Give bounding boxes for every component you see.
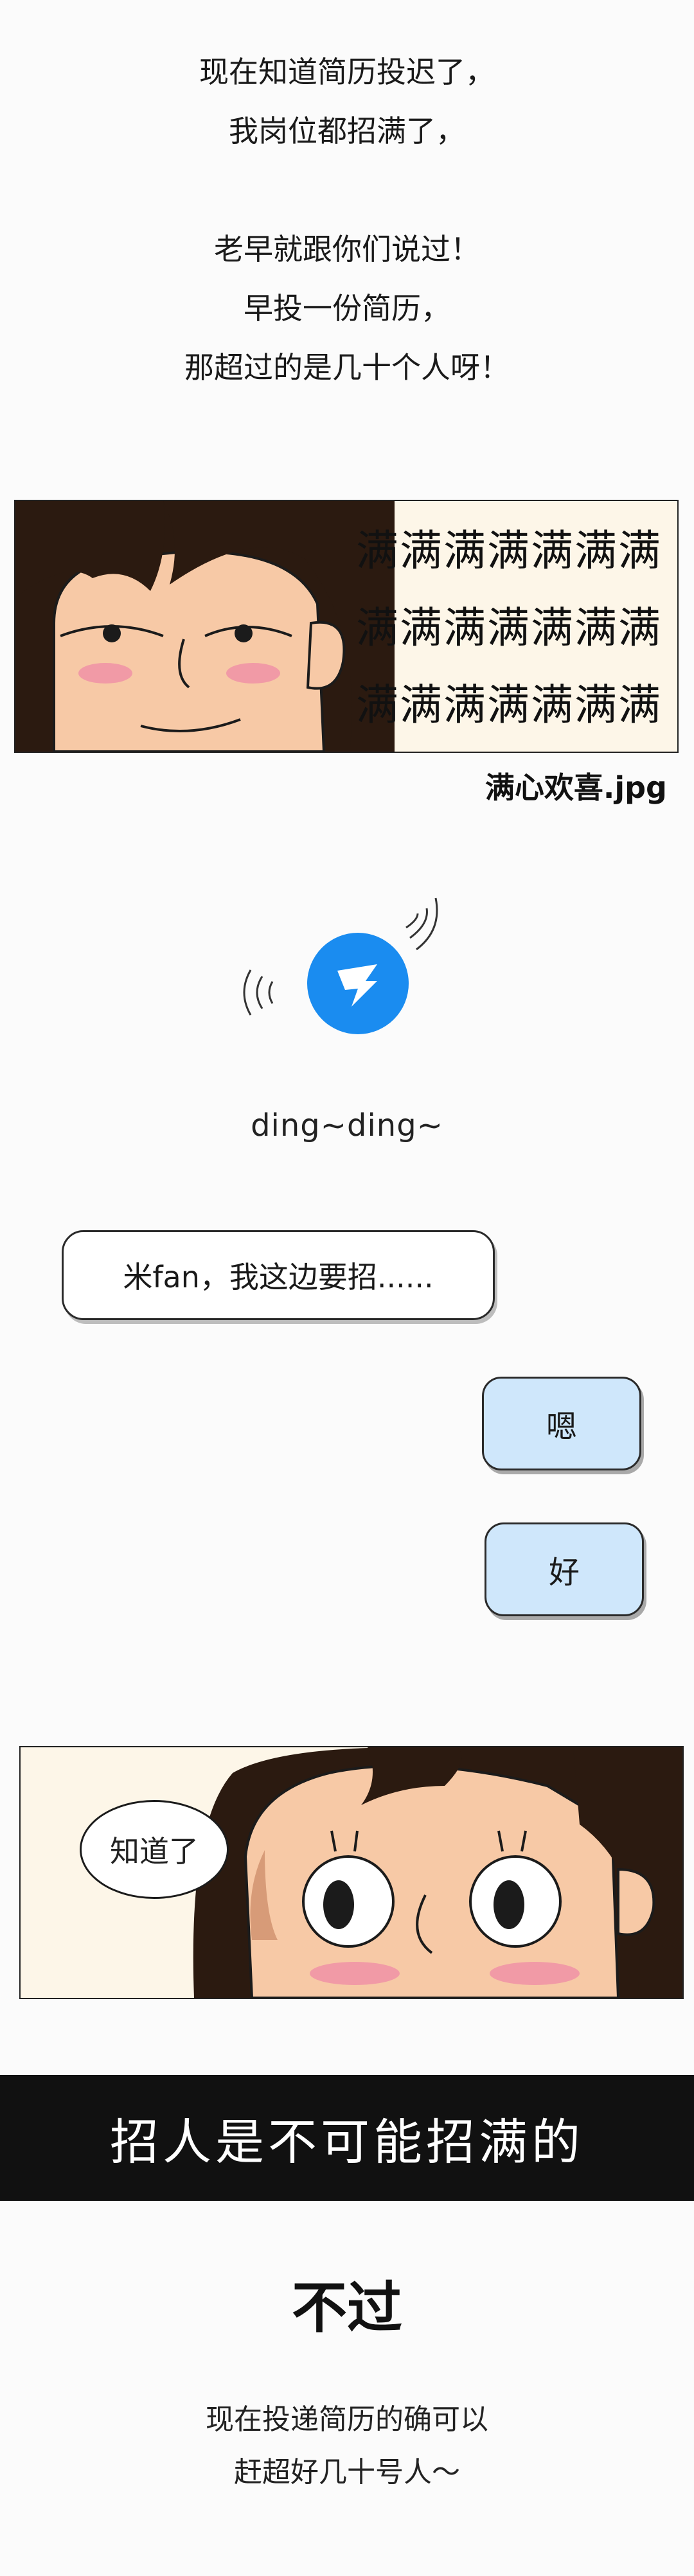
reply-bubble-1: 嗯 [482, 1377, 641, 1470]
grid-row: 满满满满满满满 [356, 526, 662, 576]
reply-text-2: 好 [548, 1555, 580, 1591]
grid-row: 满满满满满满满 [356, 603, 662, 653]
smiling-girl-illustration [15, 501, 395, 752]
speech-text: 知道了 [110, 1834, 199, 1869]
intro-line: 现在知道简历投迟了， [199, 55, 495, 89]
reply-bubble-2: 好 [485, 1522, 644, 1616]
dingtalk-app-icon[interactable] [307, 933, 409, 1034]
sound-wave-left-icon [243, 969, 274, 1016]
panel-caption: 满心欢喜.jpg [485, 770, 667, 805]
banner-text: 招人是不可能招满的 [110, 2113, 584, 2171]
intro-line [0, 161, 694, 220]
closing-line: 赶超好几十号人～ [234, 2456, 460, 2489]
sound-wave-right-icon [405, 897, 438, 951]
intro-line: 我岗位都招满了， [229, 114, 465, 148]
man-character-grid: 满满满满满满满 满满满满满满满 满满满满满满满 [356, 513, 677, 744]
reply-text-1: 嗯 [546, 1409, 577, 1445]
highlight-banner: 招人是不可能招满的 [0, 2075, 694, 2201]
intro-line: 老早就跟你们说过！ [214, 232, 480, 267]
grid-row: 满满满满满满满 [356, 680, 662, 730]
intro-text: 现在知道简历投迟了， 我岗位都招满了， 老早就跟你们说过！ 早投一份简历， 那超… [0, 42, 694, 397]
closing-heading: 不过 [292, 2276, 402, 2340]
comic-panel-surprised: 知道了 [19, 1746, 684, 1999]
closing-text: 现在投递简历的确可以 赶超好几十号人～ [0, 2394, 694, 2499]
incoming-message-bubble: 米fan，我这边要招...... [62, 1230, 495, 1320]
dingtalk-icon [337, 964, 377, 1007]
closing-line: 现在投递简历的确可以 [206, 2403, 488, 2436]
intro-line: 那超过的是几十个人呀！ [184, 350, 510, 385]
intro-line: 早投一份简历， [244, 291, 450, 326]
speech-bubble: 知道了 [80, 1800, 229, 1899]
comic-panel-happy: 满满满满满满满 满满满满满满满 满满满满满满满 [14, 500, 679, 753]
notification-sound-text: ding~ding~ [251, 1107, 443, 1143]
incoming-message-text: 米fan，我这边要招...... [123, 1260, 434, 1294]
